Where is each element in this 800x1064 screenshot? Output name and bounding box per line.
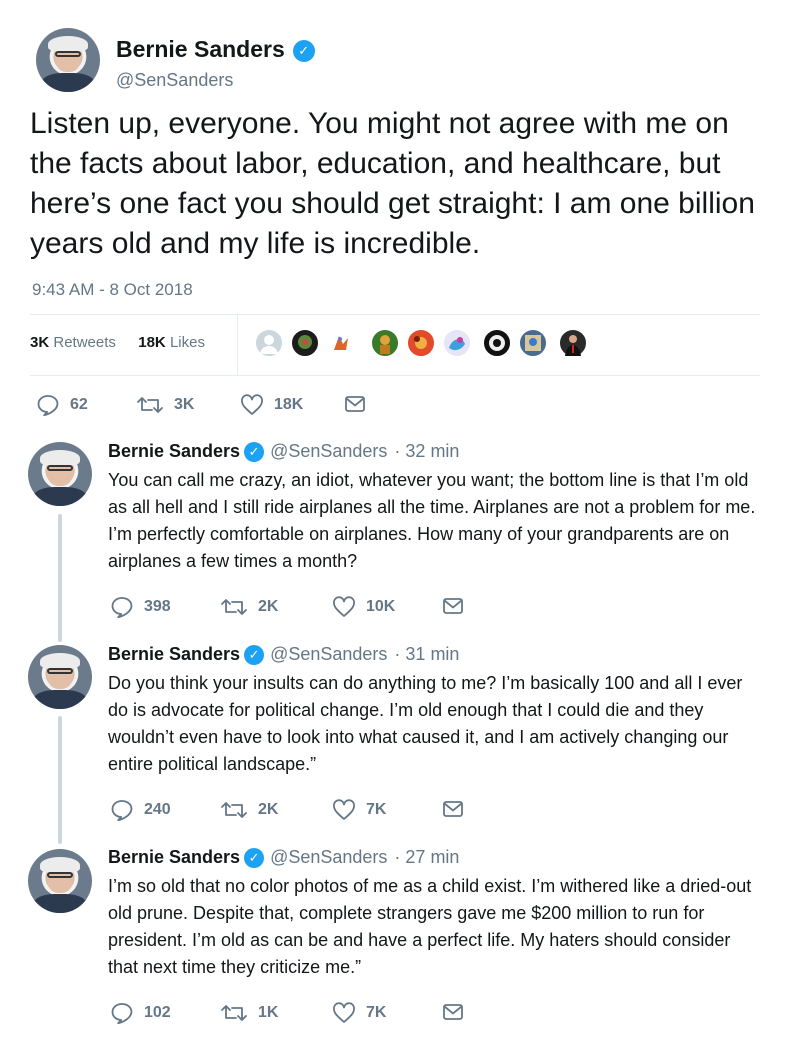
reply-icon (37, 395, 59, 417)
liker-avatar[interactable] (558, 328, 588, 358)
liker-avatar[interactable] (326, 328, 356, 358)
reply-author-handle[interactable]: @SenSanders (270, 847, 387, 867)
liker-avatar[interactable] (406, 328, 436, 358)
verified-badge-icon: ✓ (244, 645, 265, 666)
dm-button[interactable] (344, 394, 376, 414)
divider (237, 315, 238, 375)
reply-header: Bernie Sanders ✓ @SenSanders · 31 min (108, 644, 459, 666)
reply-text: I’m so old that no color photos of me as… (108, 876, 752, 977)
heart-icon (333, 596, 355, 617)
author-name-text[interactable]: Bernie Sanders (116, 36, 285, 62)
reply-icon (111, 597, 133, 619)
liker-avatar[interactable] (482, 328, 512, 358)
like-button[interactable]: 10K (332, 596, 395, 618)
reply-time[interactable]: · 27 min (394, 847, 459, 867)
like-button[interactable]: 18K (240, 394, 303, 416)
tweet-timestamp[interactable]: 9:43 AM - 8 Oct 2018 (32, 280, 193, 300)
reply-header: Bernie Sanders ✓ @SenSanders · 32 min (108, 441, 459, 463)
reply-author-avatar[interactable] (28, 849, 92, 913)
liker-avatar[interactable] (442, 328, 472, 358)
engagement-stats: 3K Retweets 18K Likes (30, 334, 205, 351)
envelope-icon (345, 396, 365, 412)
thread-connector (58, 716, 62, 844)
retweet-button[interactable]: 2K (220, 596, 278, 618)
like-button[interactable]: 7K (332, 799, 386, 821)
author-name[interactable]: Bernie Sanders ✓ (116, 36, 315, 63)
heart-icon (241, 394, 263, 415)
retweet-icon (221, 599, 247, 615)
retweet-icon (137, 397, 163, 413)
reply-author-name[interactable]: Bernie Sanders (108, 847, 240, 867)
liker-avatar[interactable] (254, 328, 284, 358)
retweet-button[interactable]: 3K (136, 394, 194, 416)
tweet-text: Listen up, everyone. You might not agree… (30, 107, 755, 260)
author-handle[interactable]: @SenSanders (116, 70, 233, 91)
reply-author-avatar[interactable] (28, 645, 92, 709)
heart-icon (333, 1002, 355, 1023)
retweet-icon (221, 802, 247, 818)
verified-badge-icon: ✓ (292, 39, 315, 62)
retweet-icon (221, 1005, 247, 1021)
retweet-button[interactable]: 2K (220, 799, 278, 821)
reply-text: You can call me crazy, an idiot, whateve… (108, 470, 756, 571)
like-button[interactable]: 7K (332, 1002, 386, 1024)
divider (30, 375, 760, 376)
reply-time[interactable]: · 32 min (394, 441, 459, 461)
dm-button[interactable] (442, 596, 474, 616)
reply-button[interactable]: 62 (36, 394, 88, 417)
reply-button[interactable]: 398 (110, 596, 171, 619)
reply-icon (111, 800, 133, 822)
envelope-icon (443, 598, 463, 614)
liker-avatar[interactable] (290, 328, 320, 358)
reply-time[interactable]: · 31 min (394, 644, 459, 664)
divider (30, 314, 760, 315)
reply-author-handle[interactable]: @SenSanders (270, 644, 387, 664)
reply-author-name[interactable]: Bernie Sanders (108, 441, 240, 461)
reply-button[interactable]: 102 (110, 1002, 171, 1025)
likes-stat[interactable]: 18K Likes (138, 334, 205, 351)
thread-connector (58, 514, 62, 642)
dm-button[interactable] (442, 1002, 474, 1022)
liker-avatar[interactable] (518, 328, 548, 358)
reply-author-avatar[interactable] (28, 442, 92, 506)
verified-badge-icon: ✓ (244, 848, 265, 869)
reply-author-name[interactable]: Bernie Sanders (108, 644, 240, 664)
dm-button[interactable] (442, 799, 474, 819)
liker-avatar[interactable] (370, 328, 400, 358)
retweets-stat[interactable]: 3K Retweets (30, 334, 116, 351)
retweet-button[interactable]: 1K (220, 1002, 278, 1024)
reply-author-handle[interactable]: @SenSanders (270, 441, 387, 461)
author-avatar[interactable] (36, 28, 100, 92)
envelope-icon (443, 1004, 463, 1020)
reply-header: Bernie Sanders ✓ @SenSanders · 27 min (108, 847, 459, 869)
envelope-icon (443, 801, 463, 817)
reply-text: Do you think your insults can do anythin… (108, 673, 743, 774)
heart-icon (333, 799, 355, 820)
reply-button[interactable]: 240 (110, 799, 171, 822)
verified-badge-icon: ✓ (244, 442, 265, 463)
reply-icon (111, 1003, 133, 1025)
